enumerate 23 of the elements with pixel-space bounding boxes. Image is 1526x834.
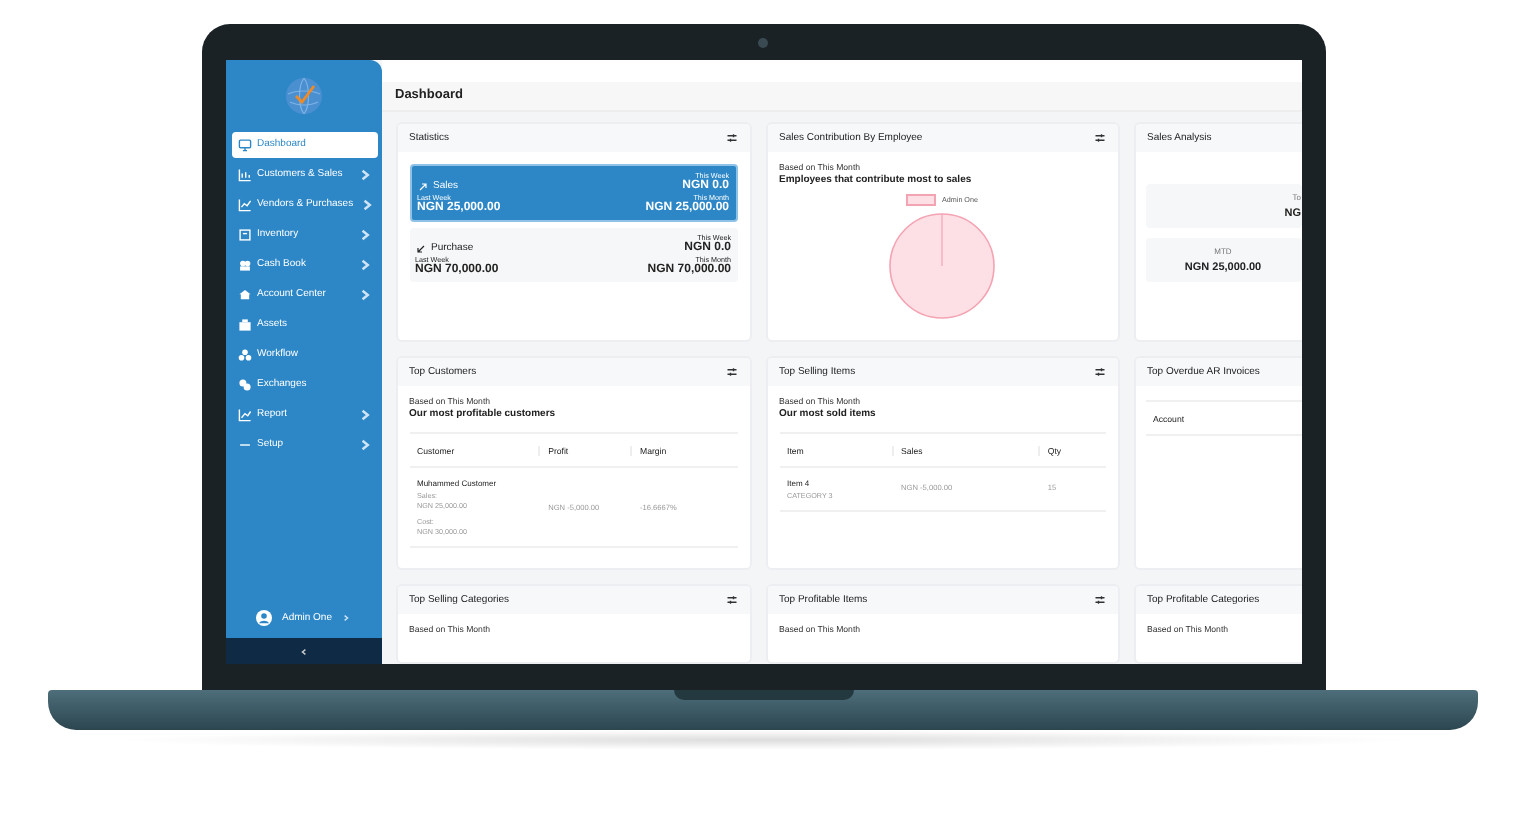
- arrow-up-right-icon: [417, 181, 427, 191]
- menu-item-icon: [237, 317, 251, 332]
- filter-icon[interactable]: [1093, 132, 1105, 144]
- menu-item-icon: [237, 287, 251, 302]
- filter-icon[interactable]: [725, 594, 737, 606]
- filter-icon[interactable]: [1093, 366, 1105, 378]
- legend-swatch: [906, 194, 936, 205]
- globe-logo-icon: [283, 76, 323, 116]
- pie-chart: [888, 211, 996, 319]
- filter-icon[interactable]: [1093, 594, 1105, 606]
- menu-item-icon: [237, 257, 251, 272]
- menu-item-icon: [237, 197, 251, 212]
- chevron-right-icon: [342, 614, 350, 622]
- chevron-left-icon[interactable]: [299, 647, 307, 655]
- menu-item-icon: [237, 407, 251, 422]
- menu-item-icon: [237, 227, 251, 242]
- camera-icon: [757, 38, 767, 48]
- avatar-icon: [255, 610, 272, 626]
- arrow-down-left-icon: [415, 243, 425, 253]
- filter-icon[interactable]: [725, 132, 737, 144]
- menu-item-icon: [237, 167, 251, 182]
- menu-item-icon: [237, 137, 251, 152]
- filter-icon[interactable]: [725, 366, 737, 378]
